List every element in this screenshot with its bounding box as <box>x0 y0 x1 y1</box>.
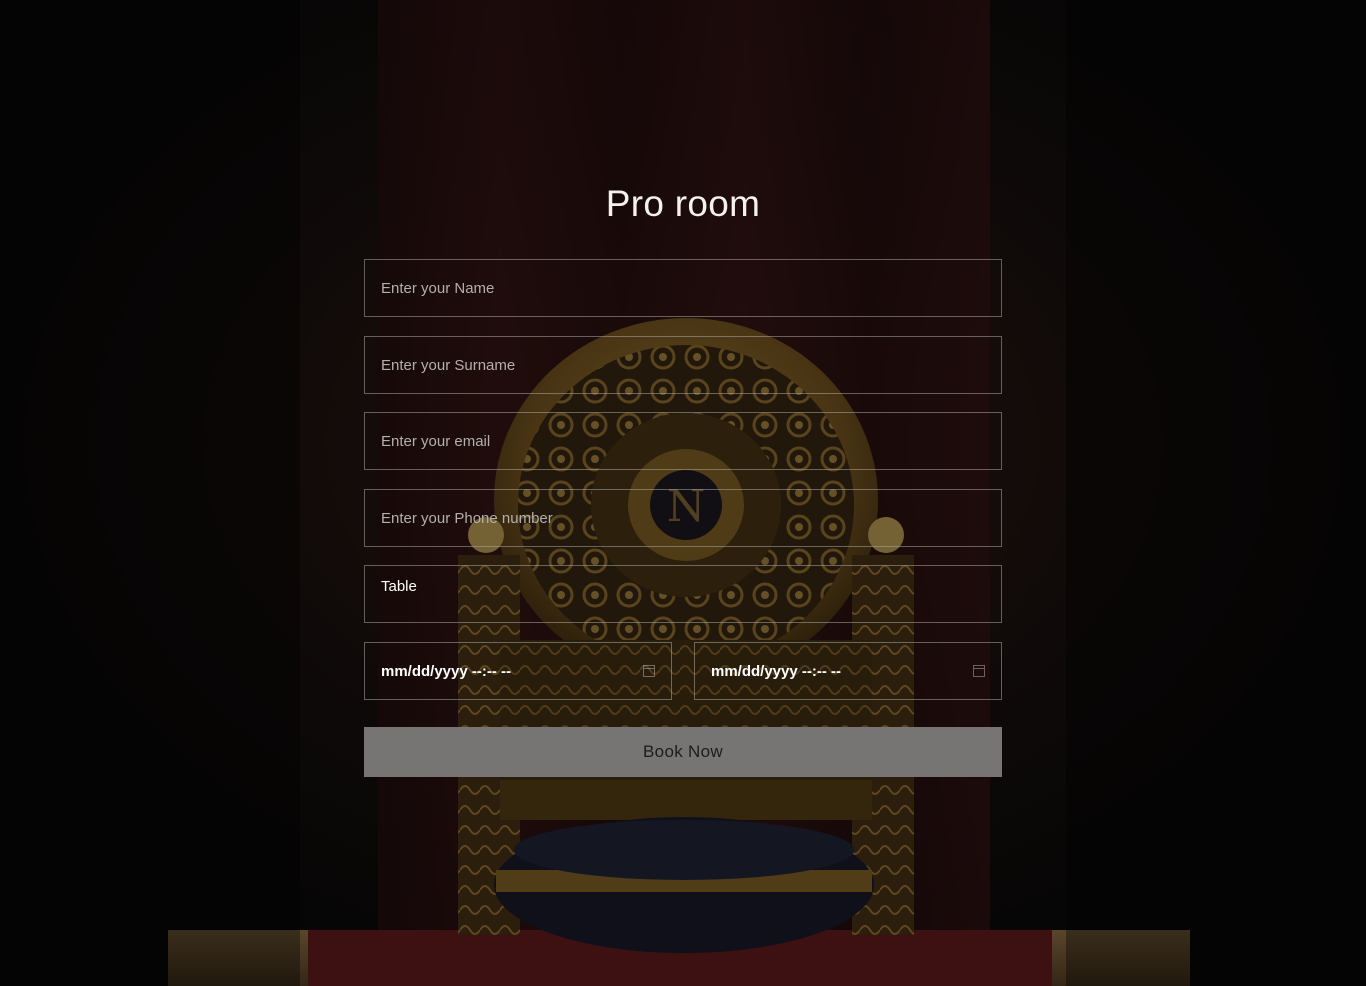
page-title: Pro room <box>605 183 761 224</box>
book-now-button[interactable]: Book Now <box>364 727 1002 777</box>
email-input[interactable]: Enter your email <box>364 412 1002 470</box>
calendar-icon[interactable] <box>643 665 655 677</box>
email-input-placeholder: Enter your email <box>381 432 491 450</box>
checkin-datetime-value: mm/dd/yyyy --:-- -- <box>381 662 512 680</box>
phone-input-placeholder: Enter your Phone number <box>381 509 553 527</box>
name-input[interactable]: Enter your Name <box>364 259 1002 317</box>
page: N Pro room Enter your Name Enter your Su… <box>0 0 1366 986</box>
checkout-datetime-value: mm/dd/yyyy --:-- -- <box>711 662 842 680</box>
table-select[interactable]: Table <box>364 565 1002 623</box>
phone-input[interactable]: Enter your Phone number <box>364 489 1002 547</box>
calendar-icon[interactable] <box>973 665 985 677</box>
surname-input[interactable]: Enter your Surname <box>364 336 1002 394</box>
name-input-placeholder: Enter your Name <box>381 279 495 297</box>
checkin-datetime-input[interactable]: mm/dd/yyyy --:-- -- <box>364 642 672 700</box>
checkout-datetime-input[interactable]: mm/dd/yyyy --:-- -- <box>694 642 1002 700</box>
booking-form: Pro room Enter your Name Enter your Surn… <box>0 0 1366 986</box>
table-select-value: Table <box>381 578 417 595</box>
surname-input-placeholder: Enter your Surname <box>381 356 516 374</box>
